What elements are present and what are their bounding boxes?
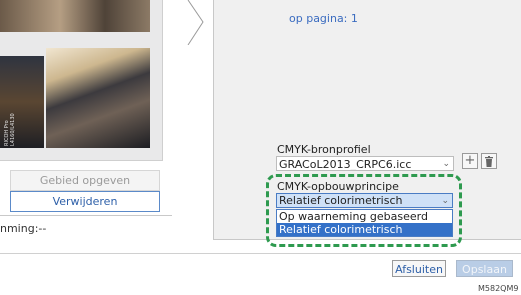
page-reference: op pagina: 1	[289, 12, 358, 25]
save-button[interactable]: Opslaan	[456, 260, 513, 277]
delete-profile-button[interactable]	[481, 153, 497, 169]
option-relative-colorimetric[interactable]: Relatief colorimetrisch	[277, 223, 452, 236]
chevron-down-icon: ⌄	[441, 196, 449, 206]
plus-icon: +	[464, 153, 476, 168]
left-divider	[0, 215, 172, 216]
print-preview: RICOH Pro L4160/L4130	[0, 0, 163, 161]
footer-divider	[0, 253, 521, 254]
define-area-button[interactable]: Gebied opgeven	[10, 170, 160, 191]
figure-code: M582QM9	[478, 284, 519, 293]
build-principle-select[interactable]: Relatief colorimetrisch ⌄	[276, 193, 453, 208]
add-profile-button[interactable]: +	[462, 153, 478, 169]
build-principle-value: Relatief colorimetrisch	[279, 194, 403, 207]
status-text: nming:--	[0, 222, 47, 235]
delete-button[interactable]: Verwijderen	[10, 191, 160, 212]
chevron-down-icon: ⌄	[442, 159, 450, 169]
preview-photo-main	[46, 48, 150, 148]
close-button[interactable]: Afsluiten	[392, 260, 446, 277]
source-profile-value: GRACoL2013_CRPC6.icc	[279, 158, 412, 171]
source-profile-select[interactable]: GRACoL2013_CRPC6.icc ⌄	[276, 156, 454, 171]
build-principle-label: CMYK-opbouwprincipe	[277, 180, 399, 193]
trash-icon	[485, 156, 493, 167]
build-principle-dropdown: Op waarneming gebaseerd Relatief colorim…	[276, 209, 453, 237]
chevron-right-icon	[187, 0, 204, 45]
source-profile-label: CMYK-bronprofiel	[277, 143, 371, 156]
preview-photo-top	[0, 0, 150, 32]
preview-sheet-label: RICOH Pro L4160/L4130	[4, 113, 16, 146]
option-perceptual[interactable]: Op waarneming gebaseerd	[277, 210, 452, 223]
